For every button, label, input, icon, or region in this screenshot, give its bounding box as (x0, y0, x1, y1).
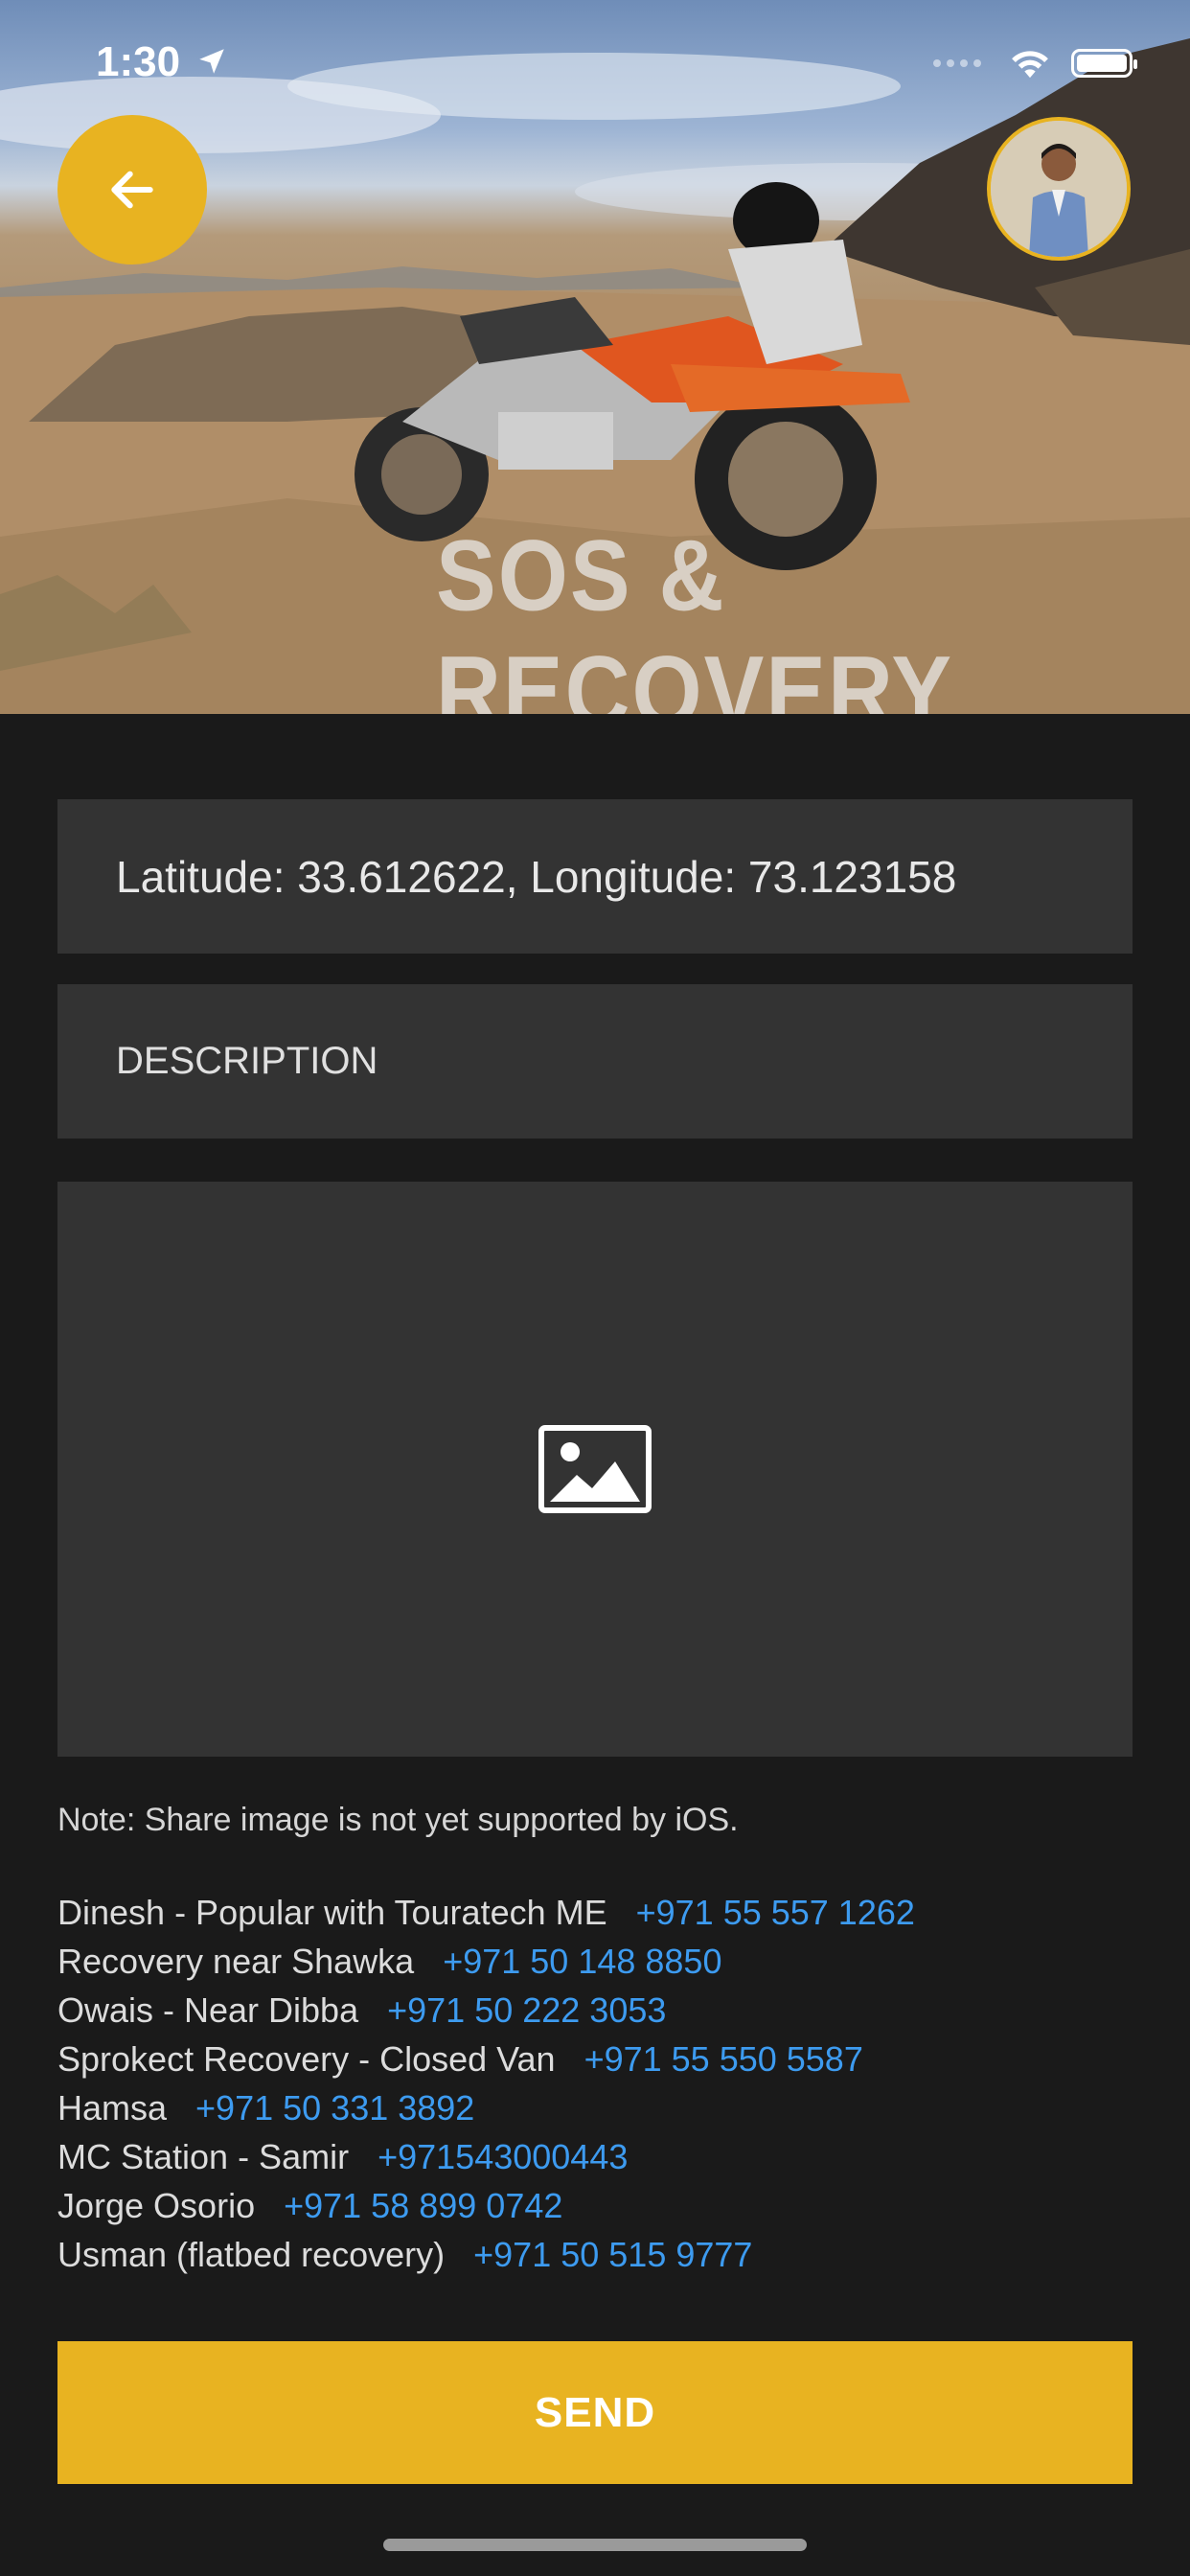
arrow-left-icon (111, 171, 153, 209)
description-input[interactable]: DESCRIPTION (57, 984, 1133, 1138)
wifi-icon (1012, 51, 1048, 79)
signal-icon (933, 59, 981, 67)
contact-phone-link[interactable]: +971 55 557 1262 (636, 1893, 915, 1932)
avatar-photo (991, 121, 1127, 257)
contact-item: Dinesh - Popular with Touratech ME +971 5… (57, 1893, 915, 1942)
contact-phone-link[interactable]: +971 50 222 3053 (387, 1990, 666, 2030)
contact-name: MC Station - Samir (57, 2137, 350, 2176)
contact-phone-link[interactable]: +971 50 515 9777 (473, 2235, 752, 2274)
contact-item: Owais - Near Dibba +971 50 222 3053 (57, 1990, 915, 2039)
contact-name: Sprokect Recovery - Closed Van (57, 2039, 556, 2079)
image-icon (538, 1425, 652, 1513)
contact-phone-link[interactable]: +971543000443 (378, 2137, 628, 2176)
contact-phone-link[interactable]: +971 50 148 8850 (443, 1942, 721, 1981)
contact-name: Recovery near Shawka (57, 1942, 415, 1981)
contact-name: Dinesh - Popular with Touratech ME (57, 1893, 607, 1932)
back-button[interactable] (57, 115, 207, 264)
status-indicators (931, 46, 1137, 80)
contact-item: Usman (flatbed recovery) +971 50 515 9777 (57, 2235, 915, 2284)
hero-banner: 1:30 SOS & RECOVERY (0, 0, 1190, 714)
location-arrow-icon (199, 49, 225, 74)
home-indicator (383, 2539, 807, 2551)
location-field[interactable]: Latitude: 33.612622, Longitude: 73.12315… (57, 799, 1133, 954)
contact-phone-link[interactable]: +971 58 899 0742 (284, 2186, 562, 2225)
contacts-list: Dinesh - Popular with Touratech ME +971 5… (57, 1893, 915, 2284)
contact-item: Hamsa +971 50 331 3892 (57, 2088, 915, 2137)
contact-name: Jorge Osorio (57, 2186, 256, 2225)
contact-phone-link[interactable]: +971 50 331 3892 (195, 2088, 474, 2128)
avatar[interactable] (987, 117, 1131, 261)
image-picker[interactable] (57, 1182, 1133, 1757)
battery-icon (1071, 49, 1137, 78)
contact-name: Owais - Near Dibba (57, 1990, 359, 2030)
contact-item: Sprokect Recovery - Closed Van +971 55 55… (57, 2039, 915, 2088)
status-time: 1:30 (96, 38, 228, 86)
contact-item: Jorge Osorio +971 58 899 0742 (57, 2186, 915, 2235)
hero-title: SOS & RECOVERY (436, 518, 954, 714)
contact-name: Usman (flatbed recovery) (57, 2235, 446, 2274)
contact-item: Recovery near Shawka +971 50 148 8850 (57, 1942, 915, 1990)
send-button[interactable]: SEND (57, 2341, 1133, 2484)
note-text: Note: Share image is not yet supported b… (57, 1802, 739, 1838)
contact-name: Hamsa (57, 2088, 168, 2128)
contact-item: MC Station - Samir +971543000443 (57, 2137, 915, 2186)
contact-phone-link[interactable]: +971 55 550 5587 (584, 2039, 863, 2079)
